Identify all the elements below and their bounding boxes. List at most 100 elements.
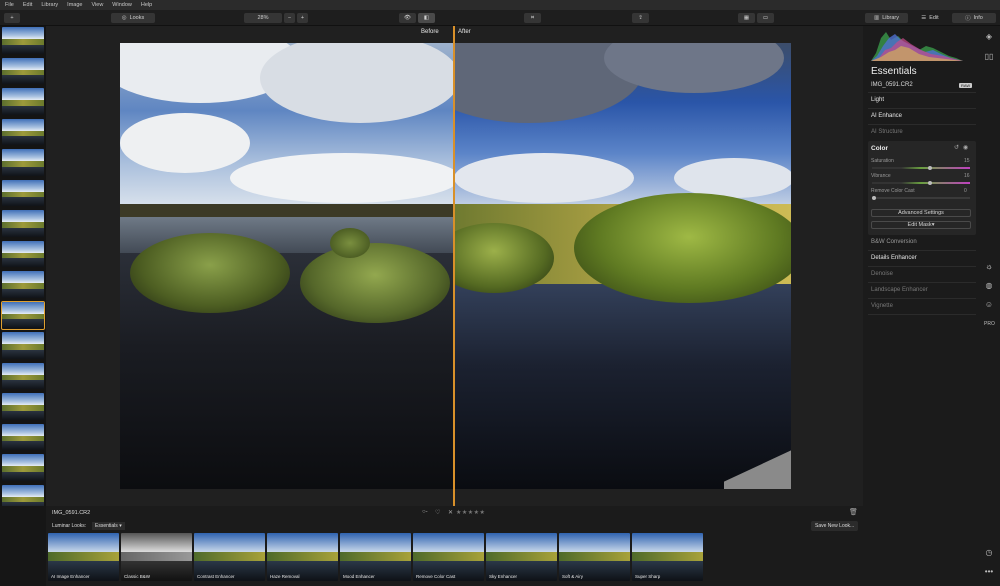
zoom-out-button[interactable]: − [284,13,295,23]
palette-icon[interactable]: ◍ [984,281,994,291]
section-denoise[interactable]: Denoise [871,271,893,277]
look-preset-name: Soft & Airy [562,574,584,579]
after-label: After [458,29,471,35]
vibrance-slider[interactable] [872,180,970,185]
grid-view-button[interactable]: ▦ [738,13,755,23]
vibrance-label: Vibrance [871,173,891,179]
add-button[interactable]: + [4,13,20,23]
saturation-label: Saturation [871,158,894,164]
pro-icon[interactable]: PRO [984,319,995,329]
section-bw-conversion[interactable]: B&W Conversion [871,239,917,245]
look-preset-name: Super Sharp [635,574,661,579]
zoom-in-button[interactable]: + [297,13,308,23]
vibrance-slider-handle[interactable] [928,180,933,185]
filmstrip-thumbnail[interactable] [2,393,44,420]
raw-badge: RAW [959,83,973,88]
tab-edit[interactable]: ☰ Edit [910,13,950,23]
edit-mask-button[interactable]: Edit Mask ▾ [871,221,971,229]
chevron-down-icon: ▾ [931,222,935,228]
filmstrip-thumbnail[interactable] [2,179,44,207]
filmstrip-thumbnail[interactable] [2,118,44,146]
tab-edit-label: Edit [929,15,939,21]
split-view-icon: ◧ [423,15,430,21]
section-vignette[interactable]: Vignette [871,303,893,309]
menu-help[interactable]: Help [141,2,152,8]
zoom-value[interactable]: 28% [244,13,282,23]
sun-icon[interactable]: ☼ [984,262,994,272]
filmstrip-thumbnail[interactable] [2,149,44,176]
layers-icon[interactable]: ◈ [984,32,994,42]
reject-icon[interactable]: ✕ [448,509,453,516]
remove-color-cast-value: 0 [964,188,967,194]
filmstrip-thumbnail[interactable] [2,332,44,359]
look-preset[interactable]: Soft & Airy [559,533,630,581]
filmstrip-thumbnail[interactable] [2,240,44,268]
more-icon[interactable]: ••• [984,567,994,577]
look-preset-name: Remove Color Cast [416,574,456,579]
looks-category-select[interactable]: Essentials ▾ [92,522,125,530]
filmstrip-thumbnail[interactable] [2,454,44,481]
compare-split-button[interactable]: ◧ [418,13,435,23]
look-preset[interactable]: Sky Enhancer [486,533,557,581]
section-landscape-enhancer[interactable]: Landscape Enhancer [871,287,928,293]
tab-library[interactable]: ▥ Library [865,13,908,23]
face-icon[interactable]: ☺ [984,300,994,310]
section-details-enhancer[interactable]: Details Enhancer [871,255,917,261]
menu-file[interactable]: File [5,2,14,8]
look-preset-name: Contrast Enhancer [197,574,235,579]
star-rating[interactable]: ★★★★★ [456,509,485,516]
heart-icon[interactable]: ♡ [435,509,440,516]
tab-library-label: Library [882,15,899,21]
save-new-look-button[interactable]: Save New Look... [811,521,859,531]
menu-window[interactable]: Window [112,2,132,8]
compare-divider[interactable] [453,26,455,506]
look-preset[interactable]: Remove Color Cast [413,533,484,581]
advanced-settings-button[interactable]: Advanced Settings [871,209,971,217]
look-preset[interactable]: Super Sharp [632,533,703,581]
menu-edit[interactable]: Edit [23,2,32,8]
filmstrip-thumbnail[interactable] [2,484,44,506]
reset-icon[interactable]: ↺ [954,144,959,151]
photo-after [454,43,791,489]
image-canvas[interactable]: Before After [46,26,863,506]
menu-image[interactable]: Image [67,2,82,8]
tab-info-label: Info [973,15,983,21]
filmstrip-thumbnail[interactable] [1,300,45,330]
look-preset[interactable]: Contrast Enhancer [194,533,265,581]
saturation-slider[interactable] [872,165,970,170]
saturation-slider-handle[interactable] [928,165,933,170]
filmstrip-thumbnail[interactable] [2,423,44,451]
look-preset[interactable]: Classic B&W [121,533,192,581]
share-button[interactable]: ⇪ [632,13,649,23]
single-view-button[interactable]: ▭ [757,13,774,23]
section-ai-structure[interactable]: AI Structure [871,129,903,135]
section-light[interactable]: Light [871,97,884,103]
trash-icon[interactable]: 🗑 [849,508,858,516]
looks-category-value: Essentials [95,523,118,529]
filmstrip-thumbnail[interactable] [2,271,44,298]
section-ai-enhance[interactable]: AI Enhance [871,113,902,119]
preview-eye-button[interactable]: 👁 [399,13,416,23]
look-preset[interactable]: Haze Removal [267,533,338,581]
visibility-eye-icon[interactable]: ◉ [963,144,968,151]
menu-view[interactable]: View [91,2,103,8]
bottom-filename: IMG_0591.CR2 [52,510,91,516]
remove-color-cast-slider[interactable] [872,195,970,200]
history-icon[interactable]: ◷ [984,548,994,558]
filmstrip-thumbnail[interactable] [2,57,44,85]
remove-color-cast-slider-handle[interactable] [872,195,876,200]
menu-library[interactable]: Library [41,2,58,8]
crop-button[interactable]: ⌗ [524,13,541,23]
tab-info[interactable]: ⓘ Info [952,13,996,23]
color-label-control[interactable]: ○- [422,509,428,515]
looks-button[interactable]: ◎ Looks [111,13,155,23]
filmstrip[interactable] [0,26,46,506]
filmstrip-thumbnail[interactable] [2,88,44,115]
look-preset-name: Sky Enhancer [489,574,518,579]
look-preset[interactable]: AI Image Enhancer [48,533,119,581]
look-preset[interactable]: Mood Enhancer [340,533,411,581]
filmstrip-thumbnail[interactable] [2,27,44,54]
compare-icon[interactable]: ▯▯ [984,52,994,62]
filmstrip-thumbnail[interactable] [2,210,44,237]
filmstrip-thumbnail[interactable] [2,362,44,390]
